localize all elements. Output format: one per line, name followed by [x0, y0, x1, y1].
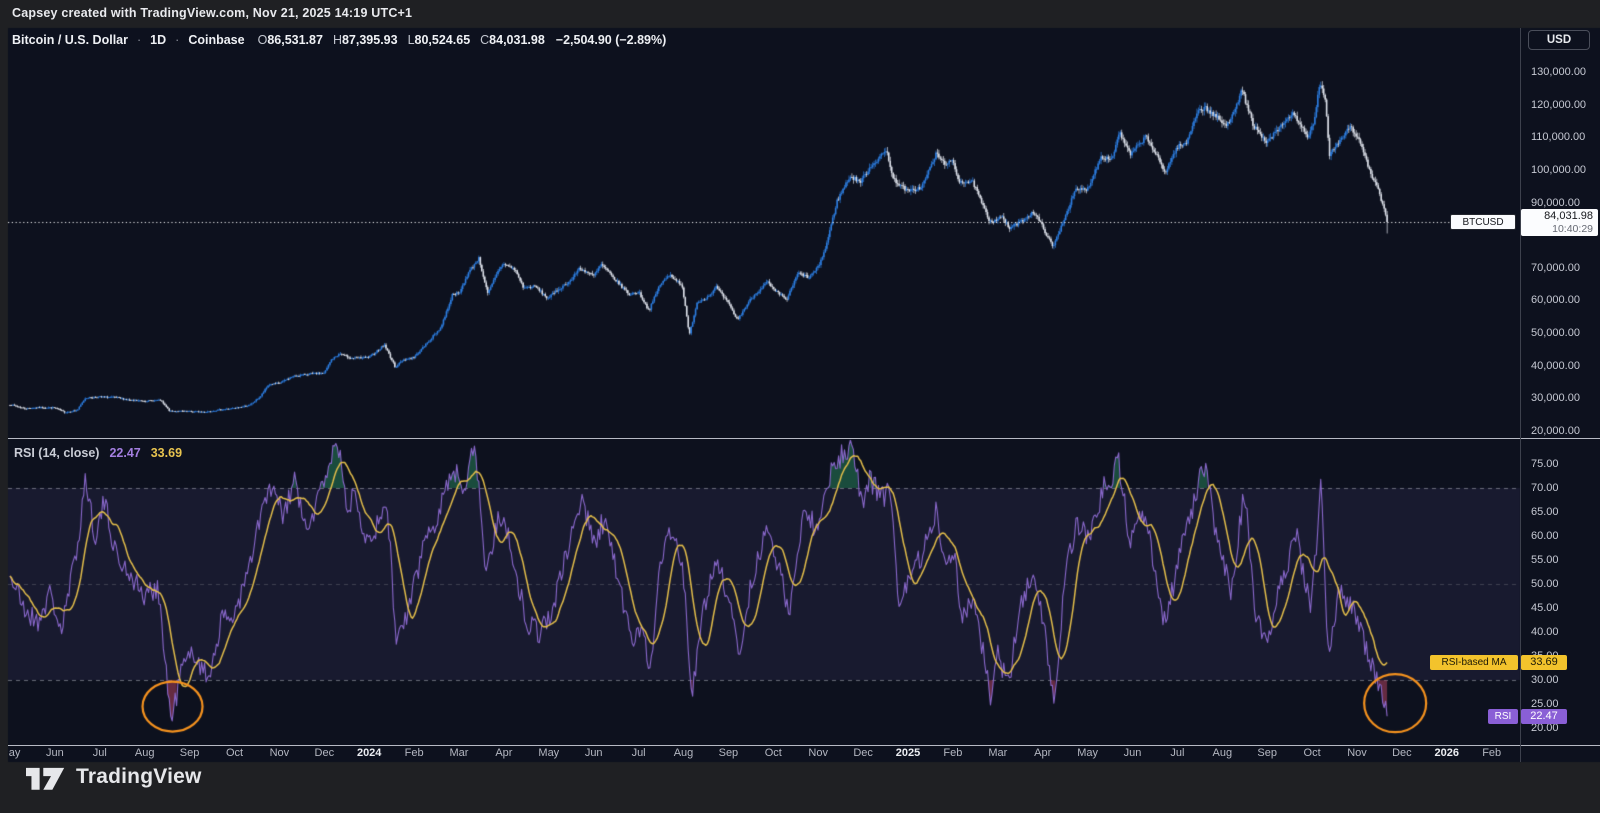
- time-axis-month-label: Feb: [1482, 747, 1502, 759]
- time-axis-month-label: Feb: [404, 747, 424, 759]
- tradingview-logo-icon: [26, 767, 65, 790]
- rsi-axis-tick: 30.00: [1531, 674, 1559, 687]
- separator-dot: ·: [137, 33, 142, 47]
- symbol-name[interactable]: Bitcoin / U.S. Dollar: [12, 33, 128, 47]
- exchange-label[interactable]: Coinbase: [188, 33, 244, 47]
- rsi-axis-tick: 55.00: [1531, 554, 1559, 567]
- currency-button[interactable]: USD: [1528, 30, 1590, 50]
- time-axis-month-label: Oct: [764, 747, 782, 759]
- rsi-axis-tick: 45.00: [1531, 602, 1559, 615]
- tradingview-footer: TradingView: [26, 764, 202, 790]
- time-axis-month-label: Jul: [1170, 747, 1185, 759]
- tradingview-snapshot: Capsey created with TradingView.com, Nov…: [0, 0, 1600, 813]
- price-axis-tick: 30,000.00: [1531, 392, 1580, 405]
- time-axis-year-label: 2026: [1434, 747, 1460, 759]
- price-axis-tick: 100,000.00: [1531, 163, 1587, 176]
- time-axis[interactable]: May Jun Jul Aug Sep Oct Nov Dec 2024 Feb Mar Apr May…: [8, 746, 1520, 762]
- time-axis-month-label: Sep: [718, 747, 739, 759]
- time-axis-month-label: Aug: [1212, 747, 1233, 759]
- ohlc-item: O86,531.87: [257, 33, 323, 47]
- price-axis-tick: 20,000.00: [1531, 424, 1580, 437]
- time-axis-month-label: Sep: [1257, 747, 1277, 759]
- time-axis-month-label: Feb: [943, 747, 963, 759]
- rsi-axis-value: 22.47: [1521, 708, 1567, 724]
- price-axis-tick: 60,000.00: [1531, 294, 1580, 307]
- time-axis-month-label: Jun: [1123, 747, 1142, 759]
- rsi-axis-tick: 60.00: [1531, 530, 1559, 543]
- last-price-symbol-flag: BTCUSD: [1450, 214, 1516, 231]
- last-price-value: 84,031.98: [1544, 210, 1593, 223]
- time-axis-year-label: 2024: [356, 747, 382, 759]
- time-axis-month-label: Mar: [988, 747, 1008, 759]
- chart-canvas[interactable]: [0, 0, 1600, 813]
- time-axis-month-label: Aug: [673, 747, 694, 759]
- rsi-axis-tick: 20.00: [1531, 722, 1559, 735]
- time-axis-month-label: Oct: [225, 747, 244, 759]
- time-axis-month-label: May: [1077, 747, 1098, 759]
- time-axis-month-label: Sep: [179, 747, 200, 759]
- last-price-badge: 84,031.98 10:40:29: [1521, 209, 1598, 237]
- rsi-axis-label: RSI: [1488, 708, 1518, 724]
- rsi-axis-tick: 65.00: [1531, 506, 1559, 519]
- change-value: −2,504.90 (−2.89%): [555, 33, 667, 47]
- price-axis-tick: 40,000.00: [1531, 359, 1580, 372]
- tradingview-logo-text: TradingView: [76, 765, 202, 788]
- price-axis-tick: 70,000.00: [1531, 261, 1580, 274]
- price-axis-tick: 110,000.00: [1531, 131, 1586, 144]
- time-axis-year-label: 2025: [895, 747, 921, 759]
- rsi-ma-value: 33.69: [150, 446, 183, 460]
- time-axis-month-label: Oct: [1303, 747, 1321, 759]
- rsi-axis-tick: 50.00: [1531, 578, 1559, 591]
- symbol-info-row: Bitcoin / U.S. Dollar · 1D · Coinbase O8…: [12, 33, 666, 47]
- time-axis-month-label: Jul: [631, 747, 646, 759]
- price-axis-tick: 130,000.00: [1531, 66, 1587, 78]
- time-axis-month-label: Mar: [449, 747, 469, 759]
- time-axis-month-label: Apr: [1034, 747, 1052, 759]
- rsi-ma-axis-value: 33.69: [1521, 654, 1567, 670]
- time-axis-month-label: Nov: [1347, 747, 1367, 759]
- price-axis-tick: 120,000.00: [1531, 98, 1587, 111]
- rsi-value: 22.47: [109, 446, 141, 460]
- ohlc-item: L80,524.65: [407, 33, 471, 47]
- time-axis-month-label: Dec: [1392, 747, 1412, 759]
- attribution-text: Capsey created with TradingView.com, Nov…: [12, 6, 413, 20]
- pane-separator[interactable]: [8, 438, 1600, 439]
- time-axis-month-label: May: [538, 747, 560, 759]
- rsi-info-row: RSI (14, close) 22.47 33.69: [14, 446, 182, 460]
- price-axis-tick: 50,000.00: [1531, 327, 1580, 340]
- ohlc-item: C84,031.98: [480, 33, 545, 47]
- time-axis-month-label: Nov: [269, 747, 290, 759]
- time-axis-month-label: Jun: [46, 747, 64, 759]
- time-axis-month-label: Jul: [92, 747, 107, 759]
- rsi-indicator-title[interactable]: RSI (14, close): [14, 446, 99, 460]
- time-axis-month-label: Aug: [134, 747, 155, 759]
- separator-dot: ·: [175, 33, 180, 47]
- time-axis-month-label: Jun: [584, 747, 603, 759]
- interval-label[interactable]: 1D: [150, 33, 166, 47]
- time-axis-month-label: Nov: [808, 747, 828, 759]
- rsi-ma-axis-label: RSI-based MA: [1430, 654, 1518, 670]
- bar-countdown: 10:40:29: [1552, 223, 1593, 236]
- ohlc-item: H87,395.93: [332, 33, 398, 47]
- time-axis-month-label: May: [8, 747, 21, 759]
- ohlc-values: O86,531.87 H87,395.93 L80,524.65 C84,031.98: [258, 33, 545, 47]
- rsi-axis-tick: 75.00: [1531, 458, 1559, 470]
- time-axis-month-label: Dec: [314, 747, 335, 759]
- time-axis-month-label: Apr: [495, 747, 513, 759]
- rsi-axis[interactable]: 20.0025.0030.0035.0040.0045.0050.0055.00…: [1521, 440, 1600, 745]
- rsi-axis-tick: 70.00: [1531, 482, 1559, 495]
- rsi-axis-tick: 40.00: [1531, 626, 1559, 639]
- time-axis-month-label: Dec: [853, 747, 873, 759]
- price-axis-tick: 90,000.00: [1531, 196, 1580, 209]
